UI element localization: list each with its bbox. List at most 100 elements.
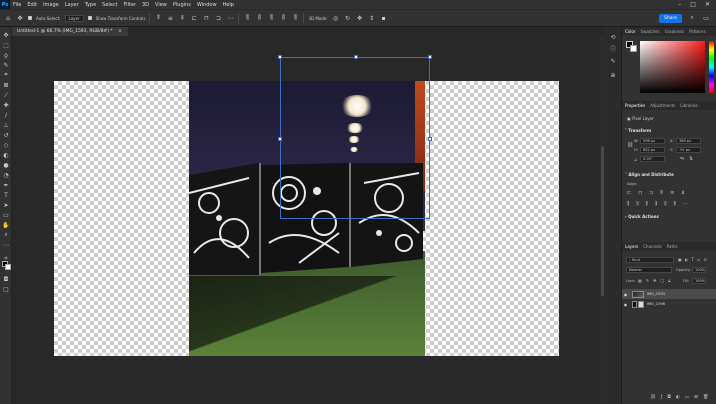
layer-row[interactable]: ◉ IMG_1593: [622, 289, 716, 299]
screen-mode-icon[interactable]: ▢: [2, 285, 10, 293]
brush-tool-icon[interactable]: ∕: [2, 111, 10, 119]
menu-plugins[interactable]: Plugins: [170, 2, 194, 8]
auto-select-checkbox[interactable]: [28, 16, 32, 20]
align-vcenter-icon[interactable]: ≡: [670, 190, 674, 196]
quick-actions-header[interactable]: › Quick Actions: [625, 214, 659, 219]
align-bottom-icon[interactable]: ⫫: [681, 190, 684, 196]
distribute-icon[interactable]: ⫼: [255, 14, 263, 22]
distribute-icon[interactable]: ⫼: [636, 201, 638, 207]
transform-bounding-box[interactable]: [278, 55, 432, 219]
lasso-tool-icon[interactable]: ϙ: [2, 51, 10, 59]
menu-filter[interactable]: Filter: [121, 2, 139, 8]
align-right-icon[interactable]: ⊐: [214, 14, 222, 22]
background-swatch[interactable]: [630, 45, 637, 52]
new-layer-icon[interactable]: ⊞: [694, 395, 698, 400]
menu-view[interactable]: View: [152, 2, 170, 8]
align-hcenter-icon[interactable]: ⊓: [202, 14, 210, 22]
rectangle-tool-icon[interactable]: ▭: [2, 211, 10, 219]
menu-image[interactable]: Image: [40, 2, 62, 8]
share-button[interactable]: Share: [659, 13, 682, 23]
tab-adjustments[interactable]: Adjustments: [650, 103, 675, 108]
path-select-icon[interactable]: ➤: [2, 201, 10, 209]
align-left-icon[interactable]: ⊏: [190, 14, 198, 22]
transform-handle[interactable]: [428, 55, 432, 59]
menu-layer[interactable]: Layer: [62, 2, 82, 8]
crop-tool-icon[interactable]: ⌗: [2, 71, 10, 79]
tab-layers[interactable]: Layers: [625, 244, 638, 249]
transform-handle[interactable]: [428, 137, 432, 141]
3d-scale-icon[interactable]: ▪: [380, 14, 388, 22]
3d-orbit-icon[interactable]: ◎: [332, 14, 340, 22]
tab-patterns[interactable]: Patterns: [689, 29, 705, 34]
eyedropper-icon[interactable]: ⁄: [2, 91, 10, 99]
search-icon[interactable]: ⌕: [688, 14, 696, 22]
distribute-icon[interactable]: ⫼: [279, 14, 287, 22]
type-tool-icon[interactable]: T: [2, 191, 10, 199]
tab-color[interactable]: Color: [625, 29, 635, 34]
eye-icon[interactable]: ◉: [622, 292, 629, 297]
paint-bucket-icon[interactable]: ◐: [2, 151, 10, 159]
more-icon[interactable]: ⋯: [226, 14, 234, 22]
3d-slide-icon[interactable]: ⇕: [368, 14, 376, 22]
fill-field[interactable]: 100%: [692, 278, 706, 284]
workspace-icon[interactable]: ▭: [702, 14, 710, 22]
tab-channels[interactable]: Channels: [643, 244, 662, 249]
layer-name[interactable]: IMG_1593: [647, 292, 665, 296]
marquee-tool-icon[interactable]: ⬚: [2, 41, 10, 49]
layer-row[interactable]: ◉ IMG_1596: [622, 299, 716, 309]
more-icon[interactable]: ⋯: [683, 201, 688, 207]
filter-shape-icon[interactable]: ▭: [697, 257, 701, 262]
add-mask-icon[interactable]: ◘: [667, 395, 671, 400]
adjust-icon[interactable]: ⊕: [609, 71, 617, 79]
quick-select-icon[interactable]: ✎: [2, 61, 10, 69]
menu-help[interactable]: Help: [220, 2, 237, 8]
width-field[interactable]: 596 px: [640, 138, 665, 144]
align-top-icon[interactable]: ⫪: [154, 14, 162, 22]
show-transform-checkbox[interactable]: [87, 16, 92, 20]
distribute-icon[interactable]: ⫼: [646, 201, 648, 207]
healing-brush-icon[interactable]: ✚: [2, 101, 10, 109]
hand-tool-icon[interactable]: ✋: [2, 221, 10, 229]
tab-paths[interactable]: Paths: [667, 244, 678, 249]
close-icon[interactable]: ✕: [705, 1, 710, 8]
transform-header[interactable]: ˅ Transform: [625, 128, 651, 133]
layer-filter-kind[interactable]: ⌕ Kind: [626, 257, 674, 263]
distribute-icon[interactable]: ⫼: [627, 201, 629, 207]
x-field[interactable]: 389 px: [676, 138, 701, 144]
lock-transparent-icon[interactable]: ▦: [638, 278, 642, 283]
move-tool-icon[interactable]: ✥: [2, 31, 10, 39]
lock-position-icon[interactable]: ✥: [653, 278, 656, 283]
menu-file[interactable]: File: [10, 2, 24, 8]
filter-type-icon[interactable]: T: [691, 257, 693, 262]
brush-settings-icon[interactable]: ✎: [609, 57, 617, 65]
pen-tool-icon[interactable]: ✒: [2, 181, 10, 189]
delete-icon[interactable]: 🗑︎: [703, 395, 709, 400]
lock-all-icon[interactable]: 🔒︎: [668, 278, 670, 283]
close-tab-icon[interactable]: ×: [118, 29, 122, 34]
frame-tool-icon[interactable]: ⊠: [2, 81, 10, 89]
y-field[interactable]: -91 px: [676, 147, 701, 153]
opacity-field[interactable]: 100%: [692, 267, 706, 273]
lock-artboard-icon[interactable]: ▢: [661, 278, 665, 283]
distribute-icon[interactable]: ⫼: [267, 14, 275, 22]
align-vcenter-icon[interactable]: ≡: [166, 14, 174, 22]
history-brush-icon[interactable]: ↺: [2, 131, 10, 139]
blur-tool-icon[interactable]: ●: [2, 161, 10, 169]
align-top-icon[interactable]: ⫪: [660, 190, 663, 196]
auto-select-target-dropdown[interactable]: Layer: [64, 14, 84, 22]
3d-roll-icon[interactable]: ↻: [344, 14, 352, 22]
stamp-tool-icon[interactable]: ⊥: [2, 121, 10, 129]
distribute-icon[interactable]: ⫼: [655, 201, 657, 207]
transform-handle[interactable]: [278, 137, 282, 141]
eraser-tool-icon[interactable]: ◇: [2, 141, 10, 149]
align-right-icon[interactable]: ⊐: [649, 190, 653, 196]
layer-name[interactable]: IMG_1596: [647, 302, 665, 306]
home-icon[interactable]: ⌂: [4, 14, 12, 22]
eye-icon[interactable]: ◉: [622, 302, 629, 307]
background-color[interactable]: [5, 264, 11, 270]
fx-icon[interactable]: ƒ: [661, 395, 663, 400]
hue-slider[interactable]: [709, 41, 714, 93]
tab-libraries[interactable]: Libraries: [680, 103, 697, 108]
align-bottom-icon[interactable]: ⫫: [178, 14, 186, 22]
transform-handle[interactable]: [354, 55, 358, 59]
